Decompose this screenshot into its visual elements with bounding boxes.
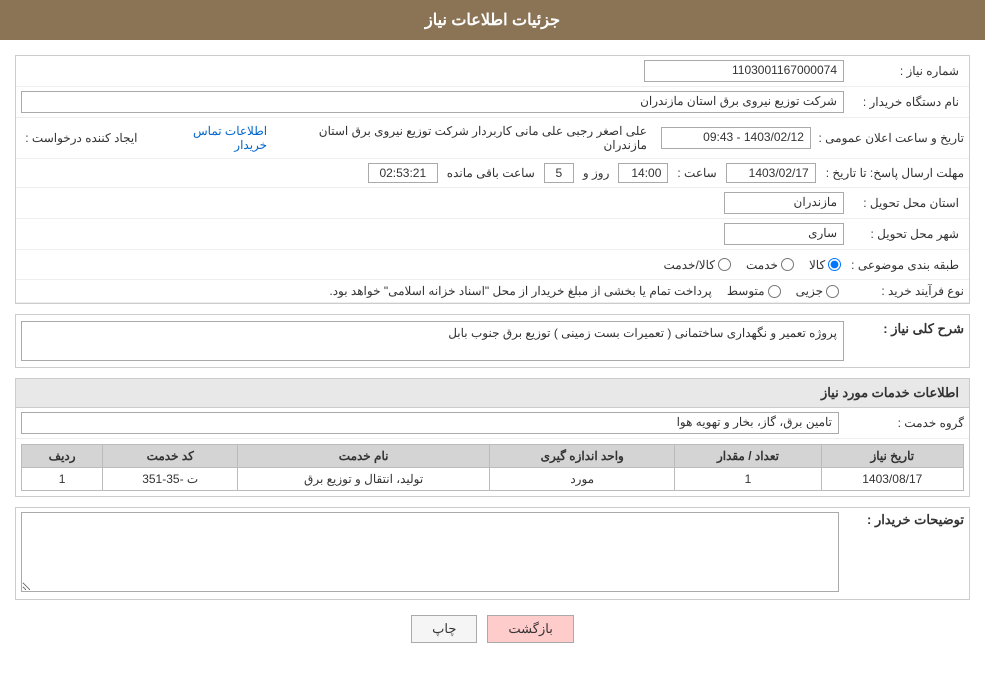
purchase-radio2-label: متوسط	[727, 284, 765, 298]
col-name-header: نام خدمت	[238, 445, 490, 468]
table-cell-code: ت -35-351	[103, 468, 238, 491]
announce-label: تاریخ و ساعت اعلان عمومی :	[816, 131, 964, 145]
page-container: جزئیات اطلاعات نیاز شماره نیاز : 1103001…	[0, 0, 985, 691]
city-row: شهر محل تحویل : ساری	[16, 219, 969, 250]
table-row: 1403/08/171موردتولید، انتقال و توزیع برق…	[22, 468, 964, 491]
main-content: شماره نیاز : 1103001167000074 نام دستگاه…	[0, 50, 985, 658]
deadline-row: مهلت ارسال پاسخ: تا تاریخ : 1403/02/17 س…	[16, 159, 969, 188]
creator-label: ایجاد کننده درخواست :	[21, 131, 143, 145]
main-form-section: شماره نیاز : 1103001167000074 نام دستگاه…	[15, 55, 970, 304]
deadline-days: 5	[544, 163, 574, 183]
purchase-radio2-input[interactable]	[768, 285, 781, 298]
col-qty-header: تعداد / مقدار	[675, 445, 821, 468]
back-button[interactable]: بازگشت	[487, 615, 573, 643]
col-unit-header: واحد اندازه گیری	[490, 445, 675, 468]
purchase-type-radio-jozi: جزیی	[796, 284, 839, 298]
category-radio2-label: خدمت	[746, 258, 778, 272]
category-radio1-input[interactable]	[828, 258, 841, 271]
services-section: اطلاعات خدمات مورد نیاز گروه خدمت : تامی…	[15, 378, 970, 497]
table-cell-date: 1403/08/17	[821, 468, 963, 491]
buyer-org-value: شرکت توزیع نیروی برق استان مازندران	[21, 91, 844, 113]
category-radio-item-kala-khadamat: کالا/خدمت	[664, 258, 731, 272]
buyer-desc-label: توضیحات خریدار :	[844, 512, 964, 528]
buyer-desc-section: توضیحات خریدار :	[15, 507, 970, 600]
deadline-remaining: 02:53:21	[368, 163, 438, 183]
announce-value: 1403/02/12 - 09:43	[661, 127, 811, 149]
services-table-wrapper: تاریخ نیاز تعداد / مقدار واحد اندازه گیر…	[16, 439, 969, 496]
purchase-radio1-input[interactable]	[826, 285, 839, 298]
buttons-row: بازگشت چاپ	[15, 615, 970, 653]
purchase-type-label: نوع فرآیند خرید :	[844, 284, 964, 298]
province-row: استان محل تحویل : مازندران	[16, 188, 969, 219]
col-date-header: تاریخ نیاز	[821, 445, 963, 468]
province-label: استان محل تحویل :	[844, 196, 964, 210]
print-button[interactable]: چاپ	[411, 615, 477, 643]
category-radio3-label: کالا/خدمت	[664, 258, 715, 272]
page-title: جزئیات اطلاعات نیاز	[425, 12, 560, 29]
buyer-desc-textarea-wrapper	[21, 512, 839, 595]
category-label: طبقه بندی موضوعی :	[841, 258, 964, 272]
table-cell-row: 1	[22, 468, 103, 491]
contact-link[interactable]: اطلاعات تماس خریدار	[163, 124, 268, 152]
category-radio2-input[interactable]	[781, 258, 794, 271]
category-radio-group: کالا/خدمت خدمت کالا	[664, 258, 842, 272]
table-cell-unit: مورد	[490, 468, 675, 491]
purchase-radio1-label: جزیی	[796, 284, 823, 298]
province-value: مازندران	[724, 192, 844, 214]
category-radio-item-kala: کالا	[809, 258, 841, 272]
service-group-label: گروه خدمت :	[844, 416, 964, 430]
need-desc-value: پروژه تعمیر و نگهداری ساختمانی ( تعمیرات…	[21, 321, 844, 361]
deadline-remaining-label: ساعت باقی مانده	[443, 166, 539, 180]
deadline-days-label: روز و	[579, 166, 614, 180]
city-value: ساری	[724, 223, 844, 245]
service-group-value: تامین برق، گاز، بخار و تهویه هوا	[21, 412, 839, 434]
purchase-type-radio-group: متوسط جزیی	[727, 284, 839, 298]
deadline-time: 14:00	[618, 163, 668, 183]
services-section-title: اطلاعات خدمات مورد نیاز	[16, 379, 969, 408]
service-group-row: گروه خدمت : تامین برق، گاز، بخار و تهویه…	[16, 408, 969, 439]
need-desc-label: شرح کلی نیاز :	[844, 321, 964, 337]
category-radio1-label: کالا	[809, 258, 825, 272]
purchase-type-radio-motavasset: متوسط	[727, 284, 781, 298]
page-header: جزئیات اطلاعات نیاز	[0, 0, 985, 40]
buyer-desc-textarea[interactable]	[21, 512, 839, 592]
category-radio3-input[interactable]	[718, 258, 731, 271]
need-desc-section: شرح کلی نیاز : پروژه تعمیر و نگهداری ساخ…	[15, 314, 970, 368]
need-number-label: شماره نیاز :	[844, 64, 964, 78]
services-table: تاریخ نیاز تعداد / مقدار واحد اندازه گیر…	[21, 444, 964, 491]
purchase-type-row: نوع فرآیند خرید : متوسط جزیی پرداخت تمام…	[16, 280, 969, 303]
announce-creator-row: تاریخ و ساعت اعلان عمومی : 1403/02/12 - …	[16, 118, 969, 159]
table-cell-name: تولید، انتقال و توزیع برق	[238, 468, 490, 491]
city-label: شهر محل تحویل :	[844, 227, 964, 241]
purchase-type-note: پرداخت تمام یا بخشی از مبلغ خریدار از مح…	[329, 284, 712, 298]
table-cell-qty: 1	[675, 468, 821, 491]
buyer-org-row: نام دستگاه خریدار : شرکت توزیع نیروی برق…	[16, 87, 969, 118]
buyer-org-label: نام دستگاه خریدار :	[844, 95, 964, 109]
col-row-header: ردیف	[22, 445, 103, 468]
need-desc-row: شرح کلی نیاز : پروژه تعمیر و نگهداری ساخ…	[16, 315, 969, 367]
col-code-header: کد خدمت	[103, 445, 238, 468]
category-radio-item-khadamat: خدمت	[746, 258, 794, 272]
category-row: طبقه بندی موضوعی : کالا/خدمت خدمت کالا	[16, 250, 969, 280]
deadline-label: مهلت ارسال پاسخ: تا تاریخ :	[821, 166, 964, 180]
need-number-value: 1103001167000074	[644, 60, 844, 82]
deadline-time-label: ساعت :	[673, 166, 720, 180]
need-number-row: شماره نیاز : 1103001167000074	[16, 56, 969, 87]
deadline-date: 1403/02/17	[726, 163, 816, 183]
buyer-desc-row: توضیحات خریدار :	[16, 508, 969, 599]
creator-value: علی اصغر رجبی علی مانی کاربردار شرکت توز…	[287, 122, 651, 154]
